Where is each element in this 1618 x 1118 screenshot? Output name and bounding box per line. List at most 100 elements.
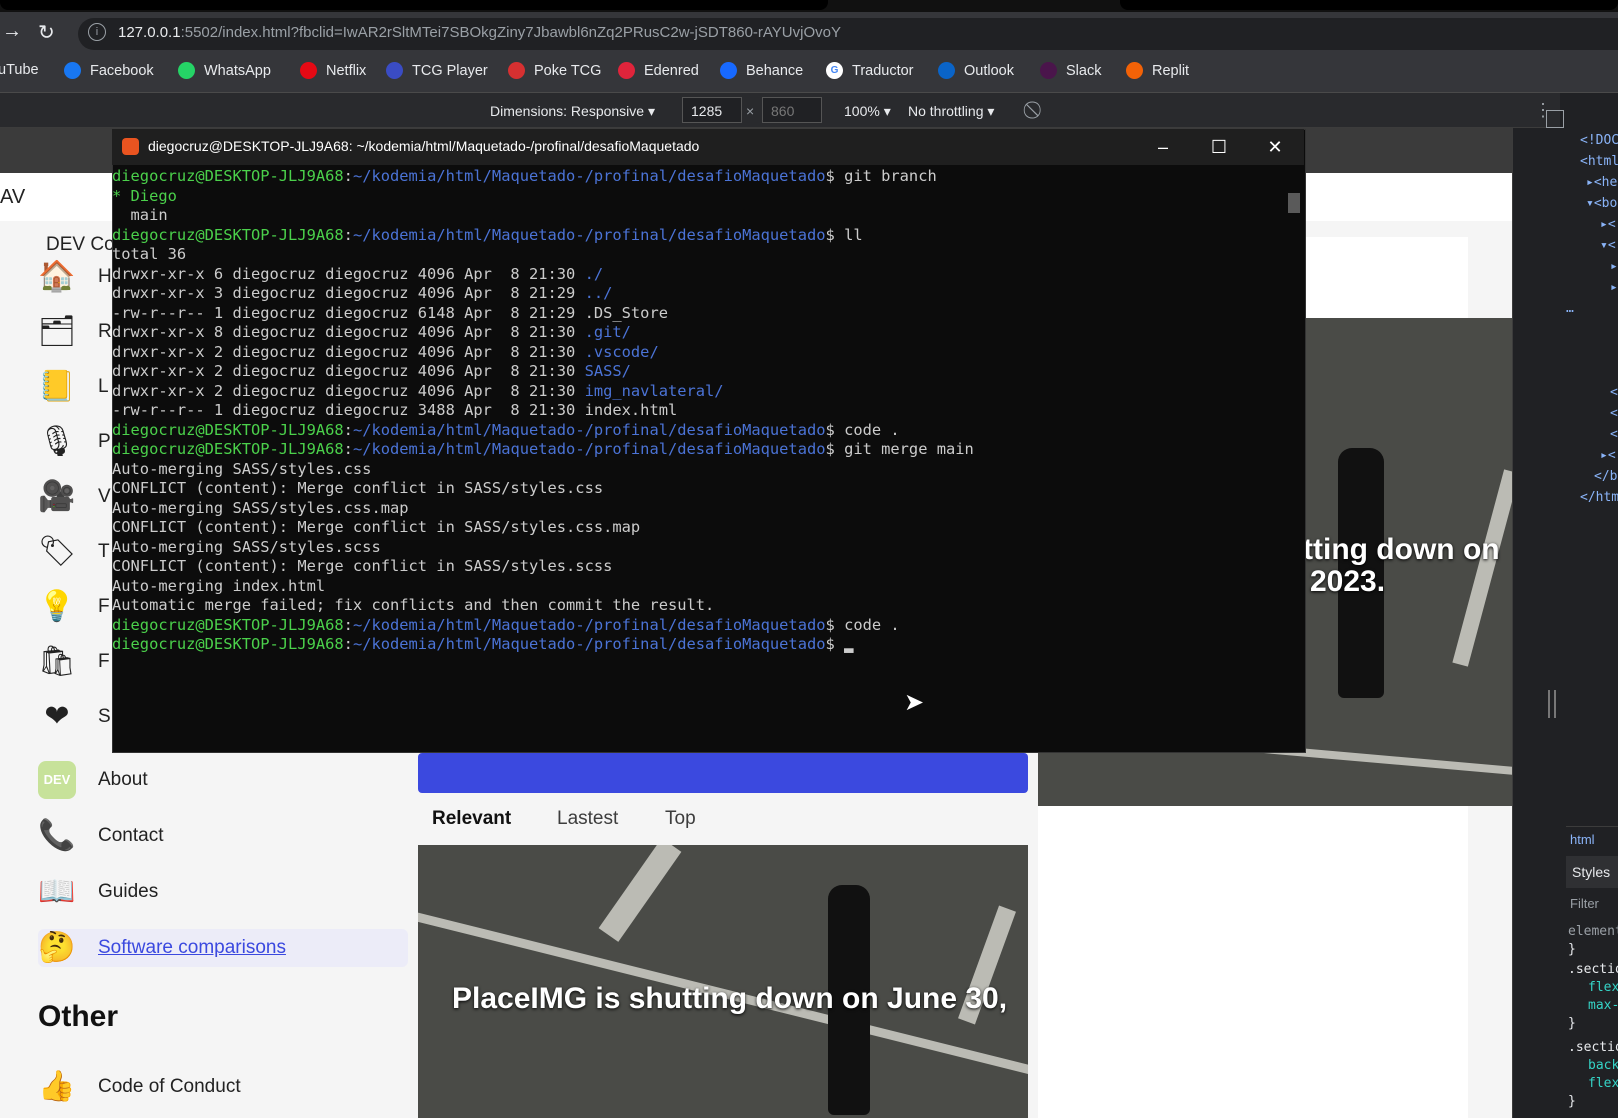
terminal-output[interactable]: diegocruz@DESKTOP-JLJ9A68:~/kodemia/html… [112, 167, 1282, 747]
dom-node[interactable]: < [1610, 406, 1618, 421]
branch-current: * Diego [112, 186, 177, 205]
post-cover-image[interactable]: PlaceIMG is shutting down on June 30, [418, 845, 1028, 1118]
dom-node[interactable]: < [1610, 427, 1618, 442]
bookmark-whatsapp[interactable]: WhatsApp [178, 62, 271, 79]
styles-filter-input[interactable]: Filter [1570, 896, 1599, 911]
throttling-select[interactable]: No throttling ▾ [908, 103, 994, 120]
sidebar-item-partial[interactable]: ❤ S [38, 698, 111, 736]
css-rule-line[interactable]: max- [1588, 998, 1618, 1013]
styles-tab[interactable]: Styles [1572, 864, 1610, 880]
feed-tab-relevant[interactable]: Relevant [432, 808, 511, 830]
bookmark-label: Outlook [964, 62, 1014, 79]
css-rule-line[interactable]: .sectio [1568, 962, 1618, 977]
prompt-symbol: $ [825, 225, 835, 244]
inspect-element-icon[interactable] [1546, 110, 1564, 128]
ls-meta: -rw-r--r-- 1 diegocruz diegocruz 6148 Ap… [112, 303, 585, 322]
bookmark-label: Netflix [326, 62, 367, 79]
css-rule-line[interactable]: flex [1588, 980, 1618, 995]
sidebar-item-contact[interactable]: 📞 Contact [38, 817, 163, 855]
bookmark-poke-tcg[interactable]: Poke TCG [508, 62, 601, 79]
other-heading: Other [38, 1000, 119, 1033]
dom-node[interactable]: ▸<he [1586, 175, 1617, 190]
scrollbar-thumb[interactable] [1288, 193, 1300, 213]
dom-node[interactable]: <!DOC [1580, 133, 1618, 148]
mouse-cursor-icon: ➤ [904, 689, 925, 716]
bookmark-label: TCG Player [412, 62, 488, 79]
css-rule-line[interactable]: flex [1588, 1076, 1618, 1091]
create-post-banner[interactable] [418, 753, 1028, 793]
feed-tab-top[interactable]: Top [665, 808, 696, 830]
browser-tab[interactable] [1120, 0, 1618, 10]
bookmark-tcg-player[interactable]: TCG Player [386, 62, 488, 79]
sidebar-item-label: S [98, 706, 111, 727]
sidebar-item-partial[interactable]: 💡 F [38, 588, 109, 626]
minimize-button[interactable]: – [1140, 131, 1186, 163]
bookmark-replit[interactable]: Replit [1126, 62, 1189, 79]
close-button[interactable]: ✕ [1252, 131, 1298, 163]
panel-resize-handle[interactable] [1548, 690, 1556, 718]
dom-node[interactable]: </b [1594, 469, 1617, 484]
breadcrumb-html[interactable]: html [1570, 832, 1595, 847]
sidebar-item-guides[interactable]: 📖 Guides [38, 873, 158, 911]
height-input[interactable]: 860 [762, 97, 822, 123]
dom-node[interactable]: ▸ [1610, 259, 1618, 274]
terminal-scrollbar[interactable] [1286, 167, 1302, 747]
browser-tab-active[interactable] [0, 0, 828, 10]
terminal-line: drwxr-xr-x 6 diegocruz diegocruz 4096 Ap… [112, 265, 1282, 285]
bookmark-behance[interactable]: Behance [720, 62, 803, 79]
bookmark-utube[interactable]: uTube [0, 62, 39, 78]
bookmark-slack[interactable]: Slack [1040, 62, 1101, 79]
css-rule-line[interactable]: back [1588, 1058, 1618, 1073]
terminal-line: -rw-r--r-- 1 diegocruz diegocruz 3488 Ap… [112, 401, 1282, 421]
dom-node[interactable]: ▸ [1610, 280, 1618, 295]
google-icon: G [826, 62, 843, 79]
prompt-symbol: $ [825, 615, 835, 634]
dom-node[interactable]: ▸< [1600, 217, 1616, 232]
dom-node[interactable]: ▾<bo [1586, 196, 1617, 211]
dom-node[interactable]: ▸< [1600, 448, 1616, 463]
bookmark-outlook[interactable]: Outlook [938, 62, 1014, 79]
terminal-line: CONFLICT (content): Merge conflict in SA… [112, 479, 1282, 499]
reload-icon[interactable]: ↻ [38, 20, 55, 45]
forward-icon[interactable]: → [2, 20, 22, 43]
dom-node[interactable]: <html [1580, 154, 1618, 169]
dimensions-select[interactable]: Dimensions: Responsive ▾ [490, 103, 655, 120]
css-rule-line[interactable]: } [1568, 1094, 1576, 1109]
netflix-icon [300, 62, 317, 79]
site-info-icon[interactable]: i [88, 23, 106, 41]
css-rule-line[interactable]: } [1568, 942, 1576, 957]
sidebar-item-partial[interactable]: 📒 L [38, 368, 108, 406]
dom-node[interactable]: ▾< [1600, 238, 1616, 253]
prompt-symbol: $ [825, 420, 835, 439]
css-rule-line[interactable]: .sectio [1568, 1040, 1618, 1055]
prompt-symbol: $ [825, 440, 835, 458]
dom-node[interactable]: … [1566, 301, 1574, 316]
sidebar-item-partial[interactable]: 🏠 H [38, 258, 111, 296]
zoom-select[interactable]: 100% ▾ [844, 103, 891, 120]
bookmark-edenred[interactable]: Edenred [618, 62, 699, 79]
bookmark-netflix[interactable]: Netflix [300, 62, 366, 79]
ls-name: .DS_Store [584, 303, 668, 322]
sidebar-item-about[interactable]: DEV About [38, 761, 148, 799]
sidebar-item-partial[interactable]: 🗂 R [38, 313, 112, 351]
sidebar-item-partial[interactable]: 🛍 F [38, 643, 110, 681]
url-text[interactable]: 127.0.0.1:5502/index.html?fbclid=IwAR2rS… [118, 24, 841, 41]
command-text: code . [834, 615, 900, 634]
sidebar-item-software-comparisons[interactable]: 🤔 Software comparisons [38, 929, 408, 967]
css-rule-line[interactable]: } [1568, 1016, 1576, 1031]
bookmark-traductor[interactable]: G Traductor [826, 62, 914, 79]
sidebar-item-partial[interactable]: 🏷 T [38, 533, 110, 571]
css-rule-line[interactable]: element [1568, 924, 1618, 939]
dom-node[interactable]: </htm [1580, 490, 1618, 505]
maximize-button[interactable]: ☐ [1196, 131, 1242, 163]
bookmark-label: Behance [746, 62, 804, 79]
prompt-separator: : [343, 225, 353, 244]
prompt-user: diegocruz@DESKTOP-JLJ9A68 [112, 420, 344, 439]
sidebar-item-partial[interactable]: 🎥 V [38, 478, 110, 516]
width-input[interactable]: 1285 [682, 97, 742, 123]
sidebar-item-partial[interactable]: 🎙 P [38, 423, 111, 461]
bookmark-facebook[interactable]: Facebook [64, 62, 154, 79]
dom-node[interactable]: </ [1610, 385, 1618, 400]
feed-tab-lastest[interactable]: Lastest [557, 808, 618, 830]
sidebar-item-code-of-conduct[interactable]: 👍 Code of Conduct [38, 1068, 240, 1106]
